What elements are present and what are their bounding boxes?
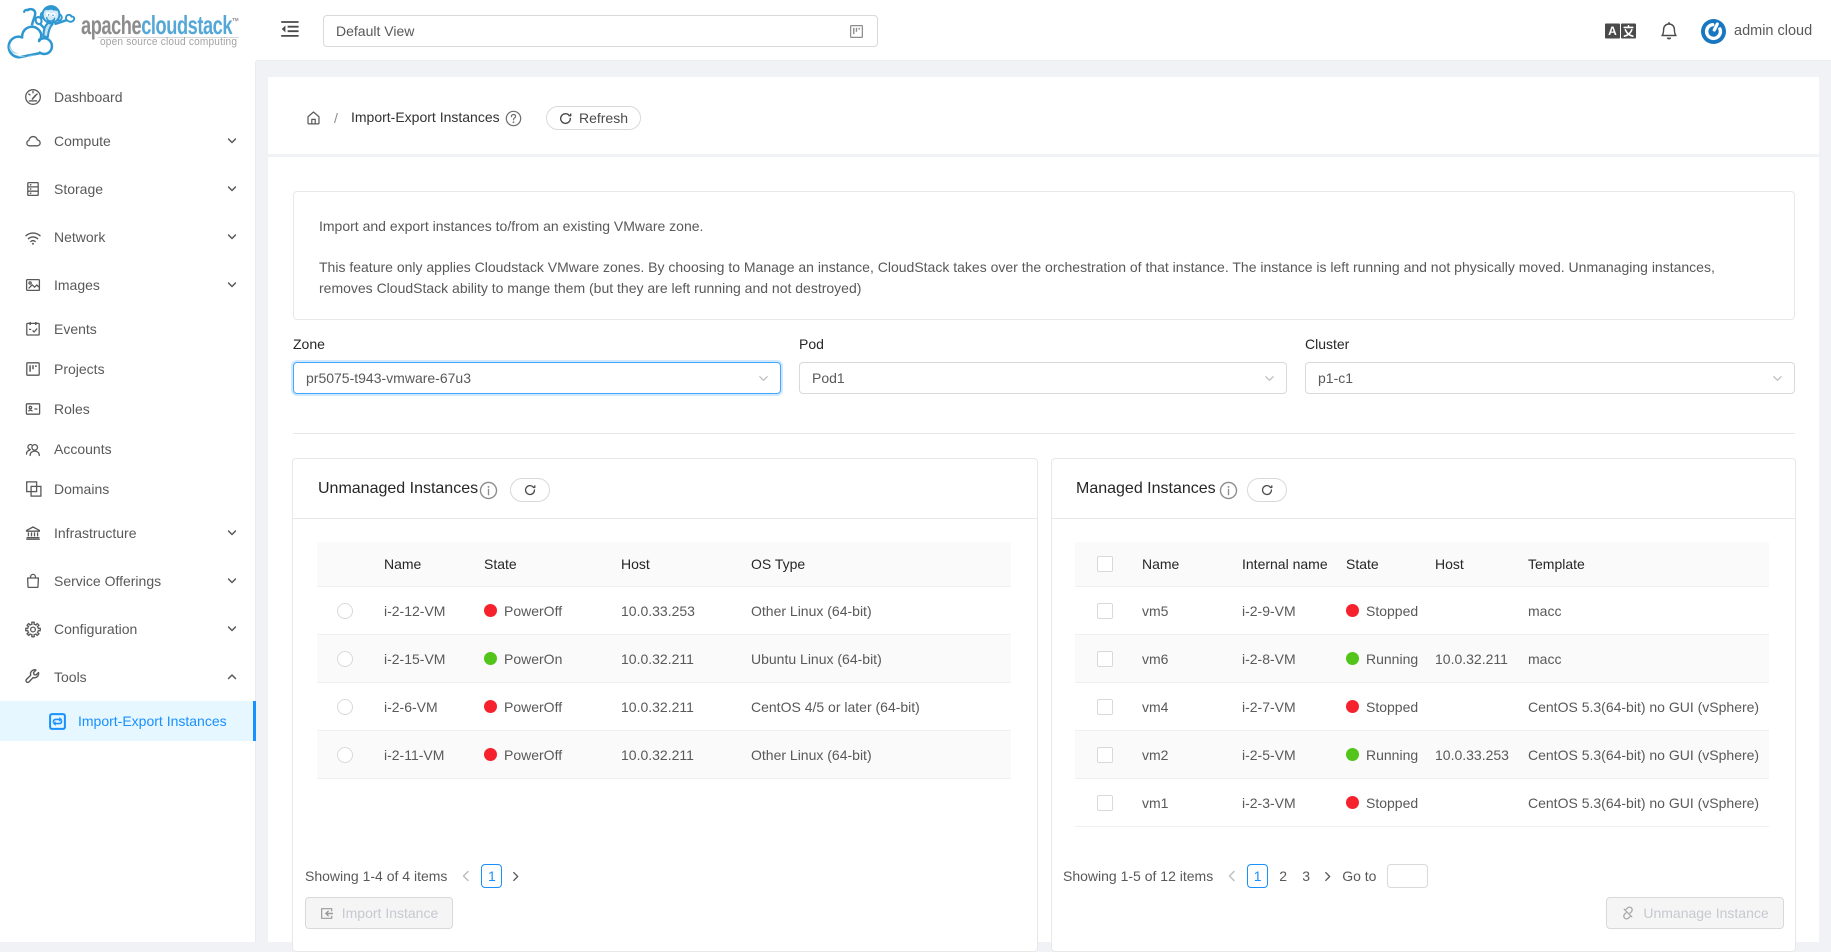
- svg-text:A: A: [1608, 24, 1617, 38]
